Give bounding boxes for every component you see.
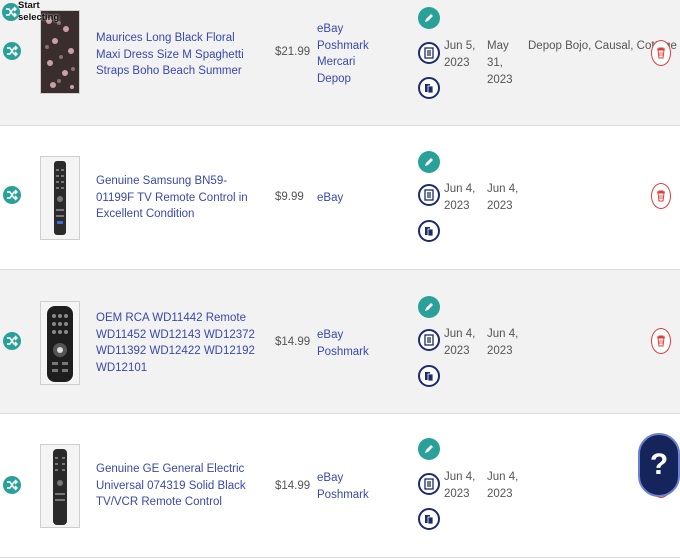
listing-title-link[interactable]: Genuine Samsung BN59-01199F TV Remote Co… — [96, 173, 256, 223]
details-button[interactable] — [418, 329, 440, 351]
edit-button[interactable] — [418, 438, 440, 460]
date-line: Jun 4, — [444, 183, 476, 195]
marketplace-link[interactable]: Poshmark — [317, 344, 369, 361]
date-line: 2023 — [444, 57, 470, 69]
shuffle-icon[interactable] — [3, 476, 21, 494]
date-created: Jun 4, 2023 — [444, 469, 484, 503]
date-listed: Jun 4, 2023 — [487, 326, 527, 360]
marketplace-link[interactable]: Poshmark — [317, 487, 369, 504]
listing-title-link[interactable]: Maurices Long Black Floral Maxi Dress Si… — [96, 30, 256, 80]
edit-button[interactable] — [418, 151, 440, 173]
delete-button[interactable] — [651, 328, 671, 354]
marketplace-link[interactable]: eBay — [317, 470, 369, 487]
date-listed: Jun 4, 2023 — [487, 181, 527, 215]
date-created: Jun 4, 2023 — [444, 181, 484, 215]
listing-price: $9.99 — [275, 191, 304, 203]
delete-button[interactable] — [651, 40, 671, 66]
date-line: Jun 4, — [444, 328, 476, 340]
listing-row: Genuine Samsung BN59-01199F TV Remote Co… — [0, 126, 680, 270]
marketplace-list: eBay Poshmark Mercari Depop — [317, 21, 369, 87]
listing-title-link[interactable]: Genuine GE General Electric Universal 07… — [96, 461, 256, 511]
product-image[interactable] — [40, 156, 80, 240]
date-listed: Jun 4, 2023 — [487, 469, 527, 503]
listing-price: $14.99 — [275, 480, 311, 492]
marketplace-link[interactable]: eBay — [317, 327, 369, 344]
details-button[interactable] — [418, 42, 440, 64]
listing-price: $14.99 — [275, 336, 311, 348]
start-selecting-label[interactable]: Start selecting — [18, 0, 62, 24]
date-line: 2023 — [487, 74, 513, 86]
date-created: Jun 5, 2023 — [444, 38, 484, 72]
date-line: Jun 5, — [444, 40, 476, 52]
listing-row: Genuine GE General Electric Universal 07… — [0, 414, 680, 558]
marketplace-link[interactable]: Mercari — [317, 54, 369, 71]
listing-title-link[interactable]: OEM RCA WD11442 Remote WD11452 WD12143 W… — [96, 310, 256, 376]
copy-button[interactable] — [418, 508, 440, 530]
copy-button[interactable] — [418, 365, 440, 387]
date-line: 2023 — [487, 345, 513, 357]
date-line: Jun 4, — [487, 471, 519, 483]
listing-row: Maurices Long Black Floral Maxi Dress Si… — [0, 0, 680, 126]
date-line: Jun 4, — [444, 471, 476, 483]
listing-price: $21.99 — [275, 46, 311, 58]
date-listed: May 31, 2023 — [487, 38, 527, 89]
date-line: 2023 — [444, 200, 470, 212]
details-button[interactable] — [418, 184, 440, 206]
marketplace-list: eBay — [317, 190, 343, 207]
marketplace-link[interactable]: Poshmark — [317, 38, 369, 55]
edit-button[interactable] — [418, 296, 440, 318]
date-line: 2023 — [444, 488, 470, 500]
marketplace-list: eBay Poshmark — [317, 327, 369, 360]
delete-button[interactable] — [651, 183, 671, 209]
help-question-icon: ? — [649, 448, 669, 481]
marketplace-list: eBay Poshmark — [317, 470, 369, 503]
details-button[interactable] — [418, 473, 440, 495]
marketplace-link[interactable]: eBay — [317, 190, 343, 207]
copy-button[interactable] — [418, 77, 440, 99]
date-line: May 31, — [487, 40, 509, 69]
edit-button[interactable] — [418, 7, 440, 29]
shuffle-icon[interactable] — [3, 42, 21, 60]
marketplace-link[interactable]: eBay — [317, 21, 369, 38]
product-image[interactable] — [40, 301, 80, 385]
start-selecting-control[interactable]: Start selecting — [0, 0, 80, 24]
listing-row: OEM RCA WD11442 Remote WD11452 WD12143 W… — [0, 270, 680, 414]
date-line: Jun 4, — [487, 183, 519, 195]
date-line: 2023 — [444, 345, 470, 357]
date-created: Jun 4, 2023 — [444, 326, 484, 360]
help-button[interactable]: ? — [638, 433, 680, 497]
shuffle-icon[interactable] — [3, 332, 21, 350]
date-line: Jun 4, — [487, 328, 519, 340]
product-image[interactable] — [40, 444, 80, 528]
marketplace-link[interactable]: Depop — [317, 71, 369, 88]
date-line: 2023 — [487, 200, 513, 212]
copy-button[interactable] — [418, 220, 440, 242]
shuffle-icon[interactable] — [3, 186, 21, 204]
date-line: 2023 — [487, 488, 513, 500]
